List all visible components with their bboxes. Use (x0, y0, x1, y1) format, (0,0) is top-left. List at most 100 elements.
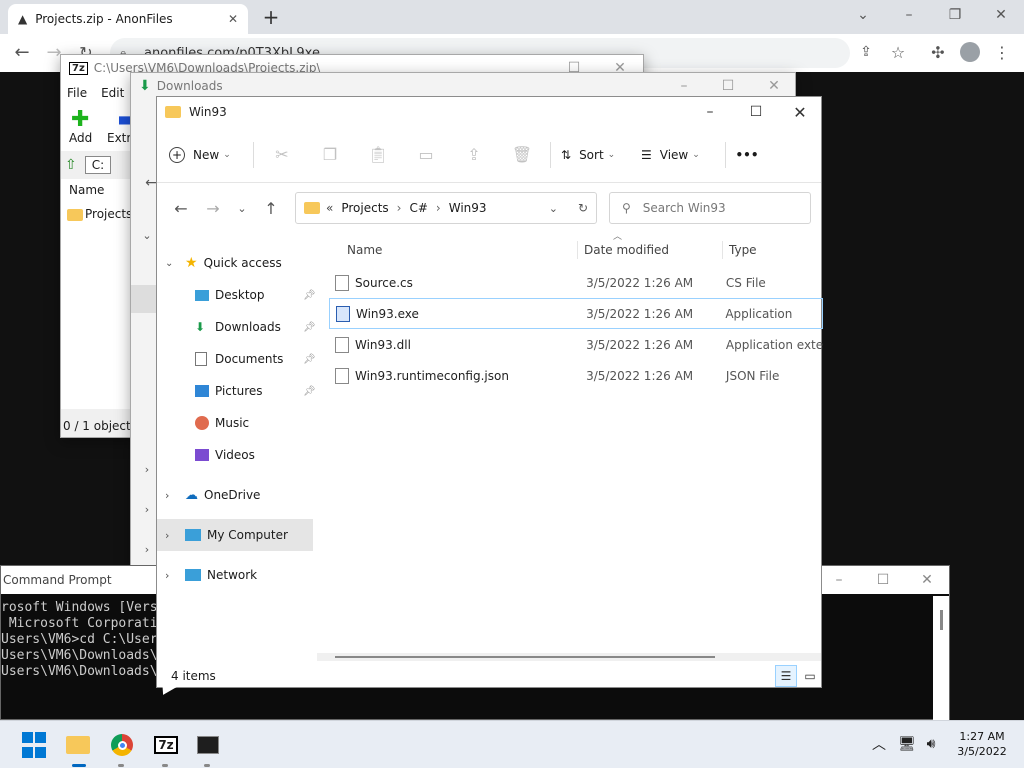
details-view-icon[interactable]: ☰ (775, 665, 797, 687)
nav-onedrive[interactable]: › ☁ OneDrive (157, 479, 317, 511)
bookmark-star-icon[interactable]: ☆ (888, 42, 908, 62)
browser-close-button[interactable]: ✕ (988, 2, 1014, 28)
file-row[interactable]: Win93.dll 3/5/2022 1:26 AM Application e… (329, 329, 823, 360)
tab-close-icon[interactable]: ✕ (228, 12, 238, 26)
chrome-menu-icon[interactable]: ⋮ (992, 42, 1012, 62)
breadcrumb-win93[interactable]: Win93 (449, 201, 487, 215)
explorer-maximize-button[interactable]: ☐ (733, 97, 779, 127)
browser-restore-button[interactable]: ❐ (942, 2, 968, 28)
view-button[interactable]: ☰ View ⌄ (635, 137, 721, 173)
cmd-scrollbar[interactable] (933, 596, 949, 720)
address-bar[interactable]: « Projects › C# › Win93 ⌄ ↻ (295, 192, 597, 224)
horizontal-scrollbar[interactable] (317, 653, 821, 661)
expand-chevron-icon[interactable]: › (165, 529, 179, 542)
nav-pictures[interactable]: Pictures 📌︎ (157, 375, 317, 407)
cmd-restore-button[interactable]: ☐ (871, 568, 895, 592)
explorer-minimize-button[interactable]: – (687, 97, 733, 127)
breadcrumb-projects[interactable]: Projects (341, 201, 388, 215)
profile-avatar[interactable] (960, 42, 980, 62)
cmd-scroll-thumb[interactable] (940, 610, 943, 630)
add-button[interactable]: Add (69, 131, 92, 145)
explorer-title: Win93 (189, 105, 227, 119)
downloads-chevron-icon[interactable]: › (137, 539, 157, 559)
volume-icon[interactable]: 🔊︎ (922, 735, 940, 753)
address-dropdown-icon[interactable]: ⌄ (549, 202, 558, 215)
tab-search-icon[interactable]: ⌄ (850, 2, 876, 28)
clock[interactable]: 1:27 AM 3/5/2022 (950, 729, 1014, 759)
menu-edit[interactable]: Edit (101, 86, 124, 100)
browser-tab[interactable]: ▲ Projects.zip - AnonFiles ✕ (8, 4, 248, 34)
copy-icon[interactable]: ❐ (306, 137, 354, 173)
new-tab-button[interactable]: + (258, 4, 284, 30)
file-explorer-icon[interactable] (64, 731, 92, 759)
network-icon[interactable]: 🖥︎ (898, 735, 916, 753)
sevenzip-taskbar-icon[interactable]: 7z (152, 731, 180, 759)
expand-chevron-icon[interactable]: › (165, 489, 179, 502)
column-type[interactable]: Type (729, 243, 757, 257)
sevenzip-column-name[interactable]: Name (69, 183, 104, 197)
file-row[interactable]: Win93.runtimeconfig.json 3/5/2022 1:26 A… (329, 360, 823, 391)
delete-icon[interactable]: 🗑︎ (498, 137, 546, 173)
downloads-expand-icon[interactable]: ⌄ (137, 225, 157, 245)
share-icon[interactable]: ⇪ (856, 42, 876, 62)
sevenzip-path[interactable]: C: (84, 156, 112, 174)
downloads-close-button[interactable]: ✕ (761, 75, 787, 97)
menu-file[interactable]: File (67, 86, 87, 100)
sort-ascending-icon: ︿ (613, 232, 623, 242)
horizontal-scroll-thumb[interactable] (335, 656, 715, 658)
recent-locations-icon[interactable]: ⌄ (229, 192, 255, 224)
nav-videos[interactable]: Videos (157, 439, 317, 471)
file-list: Name Date modified Type ︿ Source.cs 3/5/… (329, 232, 823, 391)
sevenzip-row-projects[interactable]: Projects (85, 207, 132, 221)
nav-videos-label: Videos (215, 448, 255, 462)
more-options-button[interactable]: ••• (730, 137, 764, 173)
expand-chevron-icon[interactable]: ⌄ (165, 258, 179, 269)
cut-icon[interactable]: ✂ (258, 137, 306, 173)
windows-start-icon[interactable] (20, 731, 48, 759)
tiles-view-icon[interactable]: ▭ (799, 665, 821, 687)
nav-downloads[interactable]: ⬇ Downloads 📌︎ (157, 311, 317, 343)
chrome-icon[interactable] (108, 731, 136, 759)
extensions-icon[interactable]: ✣ (928, 42, 948, 62)
terminal-icon[interactable] (194, 731, 222, 759)
refresh-icon[interactable]: ↻ (578, 201, 588, 215)
share-icon[interactable]: ⇪ (450, 137, 498, 173)
search-box[interactable]: ⚲ Search Win93 (609, 192, 811, 224)
nav-my-computer[interactable]: › My Computer (157, 519, 313, 551)
nav-documents[interactable]: Documents 📌︎ (157, 343, 317, 375)
sort-button[interactable]: ⇅ Sort ⌄ (555, 137, 635, 173)
downloads-minimize-button[interactable]: – (671, 75, 697, 97)
paste-icon[interactable]: 📋︎ (354, 137, 402, 173)
expand-chevron-icon[interactable]: › (165, 569, 179, 582)
breadcrumb-csharp[interactable]: C# (409, 201, 427, 215)
download-arrow-icon: ⬇ (139, 78, 151, 94)
up-folder-icon[interactable]: ⇧ (65, 157, 77, 173)
nav-music[interactable]: Music (157, 407, 317, 439)
nav-quick-access[interactable]: ⌄ ★ Quick access (157, 247, 317, 279)
browser-minimize-button[interactable]: – (896, 2, 922, 28)
downloads-chevron-icon[interactable]: › (137, 499, 157, 519)
sort-icon: ⇅ (561, 147, 572, 162)
file-row[interactable]: Source.cs 3/5/2022 1:26 AM CS File (329, 267, 823, 298)
column-name[interactable]: Name (329, 243, 577, 257)
explorer-close-button[interactable]: ✕ (777, 97, 823, 127)
column-date-modified[interactable]: Date modified (584, 243, 722, 257)
clock-time: 1:27 AM (959, 730, 1005, 743)
file-row-selected[interactable]: Win93.exe 3/5/2022 1:26 AM Application (329, 298, 823, 329)
forward-icon[interactable]: → (197, 192, 229, 224)
downloads-chevron-icon[interactable]: › (137, 459, 157, 479)
anonfiles-icon: ▲ (18, 12, 28, 26)
show-hidden-icons-chevron[interactable]: ︿ (870, 735, 888, 753)
breadcrumb-overflow[interactable]: « (326, 201, 333, 215)
cmd-close-button[interactable]: ✕ (915, 568, 939, 592)
rename-icon[interactable]: ▭ (402, 137, 450, 173)
back-icon[interactable]: ← (165, 192, 197, 224)
new-button[interactable]: + New ⌄ (169, 137, 249, 173)
file-type: JSON File (725, 368, 780, 383)
up-icon[interactable]: ↑ (255, 192, 287, 224)
downloads-restore-button[interactable]: ☐ (715, 75, 741, 97)
nav-desktop[interactable]: Desktop 📌︎ (157, 279, 317, 311)
back-icon[interactable]: ← (10, 40, 34, 64)
nav-network[interactable]: › Network (157, 559, 317, 591)
cmd-minimize-button[interactable]: – (827, 568, 851, 592)
